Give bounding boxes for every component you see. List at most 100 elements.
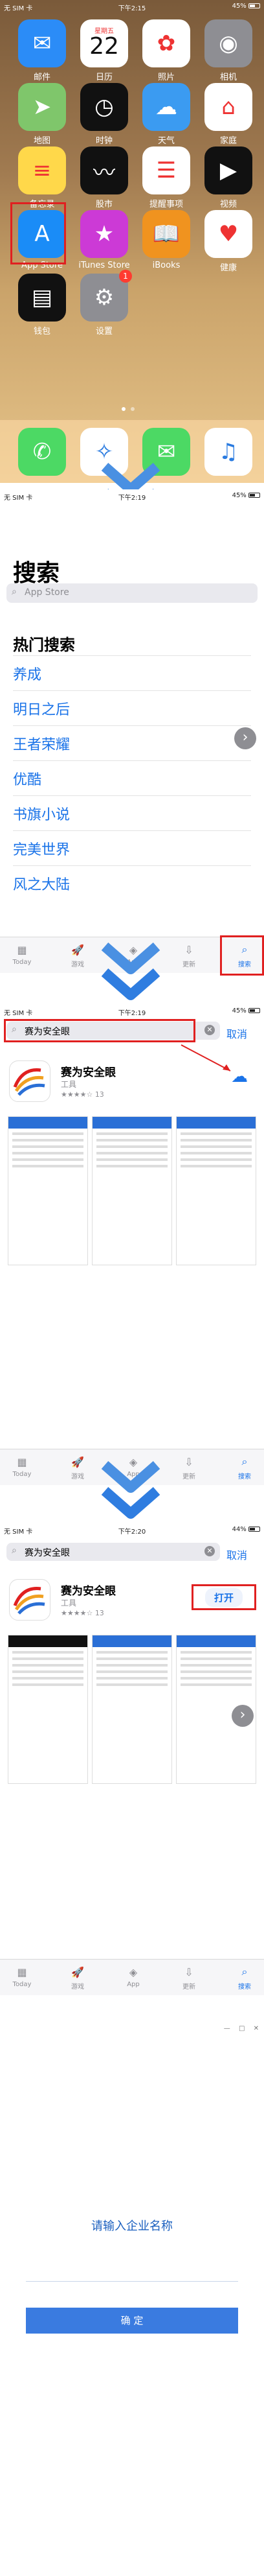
app-logo-icon xyxy=(9,1060,50,1102)
app-label: 提醒事项 xyxy=(149,200,183,209)
scroll-next-button[interactable]: › xyxy=(234,727,256,749)
open-button[interactable]: 打开 xyxy=(192,1584,256,1610)
notification-badge: 1 xyxy=(119,270,132,283)
tab-label: 游戏 xyxy=(71,1984,84,1991)
rating-count: 13 xyxy=(94,1609,104,1617)
hot-search-item[interactable]: 风之大陆 xyxy=(13,873,70,894)
battery-text: 44% xyxy=(232,1526,247,1533)
tab-label: Today xyxy=(12,1981,32,1988)
notes-icon[interactable]: ≡ xyxy=(18,146,66,194)
cancel-button[interactable]: 取消 xyxy=(226,1025,247,1041)
home-status-bar: 无 SIM 卡 下午2:15 45% xyxy=(0,0,264,13)
apps-icon: ◈ xyxy=(129,1965,138,1978)
tab-today[interactable]: ▦ Today xyxy=(3,943,41,966)
clock-icon[interactable]: ◷ xyxy=(80,83,128,131)
search-icon: ⌕ xyxy=(241,1965,248,1978)
query-highlight xyxy=(4,1019,195,1042)
app-label: iBooks xyxy=(152,261,181,270)
enterprise-name-input[interactable] xyxy=(26,2256,238,2282)
rating-stars: ★★★★☆ xyxy=(61,1609,93,1617)
tv-icon[interactable]: ▶ xyxy=(204,146,252,194)
app-label: 邮件 xyxy=(33,73,50,82)
music-icon[interactable]: ♫ xyxy=(204,428,252,476)
ibooks-icon[interactable]: 📖 xyxy=(142,210,190,258)
maps-icon[interactable]: ➤ xyxy=(18,83,66,131)
app-label: 日历 xyxy=(95,73,113,82)
health-icon[interactable]: ♥ xyxy=(204,210,252,258)
tab-apps[interactable]: ◈ App xyxy=(114,1965,153,1989)
search-tab-highlight xyxy=(220,935,264,976)
hot-search-item[interactable]: 养成 xyxy=(13,663,41,684)
clear-icon[interactable]: ✕ xyxy=(204,1025,215,1035)
app-screenshot xyxy=(8,1635,88,1784)
tab-label: 游戏 xyxy=(71,1473,84,1481)
search-input[interactable]: ⌕ 赛为安全眼 ✕ xyxy=(6,1543,220,1561)
cancel-button[interactable]: 取消 xyxy=(226,1547,247,1562)
app-label: 设置 xyxy=(95,327,113,336)
app-category: 工具 xyxy=(61,1080,77,1089)
down-arrow-icon xyxy=(101,1460,160,1519)
app-label: 钱包 xyxy=(33,327,50,336)
search-icon: ⌕ xyxy=(241,1455,248,1468)
reminders-icon[interactable]: ☰ xyxy=(142,146,190,194)
mail-icon[interactable]: ✉ xyxy=(18,19,66,67)
tab-updates[interactable]: ⇩ 更新 xyxy=(170,943,208,969)
itunes-store-icon[interactable]: ★ xyxy=(80,210,128,258)
tab-today[interactable]: ▦ Today xyxy=(3,1965,41,1989)
tab-label: Today xyxy=(12,959,32,966)
close-icon[interactable]: ✕ xyxy=(254,2025,259,2032)
settings-icon[interactable]: ⚙ 1 xyxy=(80,270,132,322)
clear-icon[interactable]: ✕ xyxy=(204,1546,215,1556)
updates-icon: ⇩ xyxy=(184,1455,193,1468)
photos-icon[interactable]: ✿ xyxy=(142,19,190,67)
app-label: 股市 xyxy=(95,200,113,209)
battery-icon xyxy=(248,1527,260,1532)
hot-search-item[interactable]: 明日之后 xyxy=(13,698,70,719)
tab-updates[interactable]: ⇩ 更新 xyxy=(170,1965,208,1991)
maximize-icon[interactable]: □ xyxy=(239,2025,245,2032)
confirm-button-label: 确 定 xyxy=(120,2315,144,2326)
hot-search-item[interactable]: 完美世界 xyxy=(13,838,70,859)
tab-label: 更新 xyxy=(182,1984,195,1991)
hot-search-item[interactable]: 书旗小说 xyxy=(13,803,70,824)
battery-icon xyxy=(248,3,260,8)
camera-icon[interactable]: ◉ xyxy=(204,19,252,67)
open-button-label: 打开 xyxy=(204,1587,243,1607)
today-icon: ▦ xyxy=(17,1455,27,1468)
page-dots xyxy=(122,407,142,412)
battery-text: 45% xyxy=(232,492,247,499)
today-icon: ▦ xyxy=(17,943,27,956)
tab-games[interactable]: 🚀 游戏 xyxy=(58,943,97,969)
wallet-icon[interactable]: ▤ xyxy=(18,274,66,322)
tab-label: 搜索 xyxy=(238,1984,251,1991)
hot-search-item[interactable]: 王者荣耀 xyxy=(13,733,70,754)
clock-text: 下午2:15 xyxy=(118,5,146,12)
search-result-page: 无 SIM 卡 下午2:19 45% ⌕ 赛为安全眼 ✕ 取消 赛为安全眼 工具… xyxy=(0,1005,264,1485)
search-input[interactable]: ⌕ App Store xyxy=(6,583,258,603)
stocks-icon[interactable]: 〰 xyxy=(80,146,128,194)
home-icon[interactable]: ⌂ xyxy=(204,83,252,131)
scroll-next-button[interactable]: › xyxy=(232,1705,254,1727)
tab-search[interactable]: ⌕ 搜索 xyxy=(225,1455,264,1481)
app-name[interactable]: 赛为安全眼 xyxy=(61,1582,116,1598)
weather-icon[interactable]: ☁ xyxy=(142,83,190,131)
battery-text: 45% xyxy=(232,3,247,10)
installed-page: 无 SIM 卡 下午2:20 44% ⌕ 赛为安全眼 ✕ 取消 赛为安全眼 工具… xyxy=(0,1523,264,1996)
search-placeholder: App Store xyxy=(25,587,69,598)
divider xyxy=(13,760,251,761)
tab-today[interactable]: ▦ Today xyxy=(3,1455,41,1479)
tab-search[interactable]: ⌕ 搜索 xyxy=(225,1965,264,1991)
tab-label: 搜索 xyxy=(238,1473,251,1481)
tab-updates[interactable]: ⇩ 更新 xyxy=(170,1455,208,1481)
app-name[interactable]: 赛为安全眼 xyxy=(61,1063,116,1079)
rating-stars: ★★★★☆ xyxy=(61,1090,93,1099)
app-screenshot xyxy=(92,1635,172,1784)
hot-search-item[interactable]: 优酷 xyxy=(13,768,41,789)
tab-games[interactable]: 🚀 游戏 xyxy=(58,1965,97,1991)
minimize-icon[interactable]: — xyxy=(224,2025,230,2032)
confirm-button[interactable]: 确 定 xyxy=(26,2308,238,2334)
calendar-icon[interactable]: 星期五 22 xyxy=(80,19,128,67)
phone-icon[interactable]: ✆ xyxy=(18,428,66,476)
app-category: 工具 xyxy=(61,1598,77,1608)
tab-games[interactable]: 🚀 游戏 xyxy=(58,1455,97,1481)
